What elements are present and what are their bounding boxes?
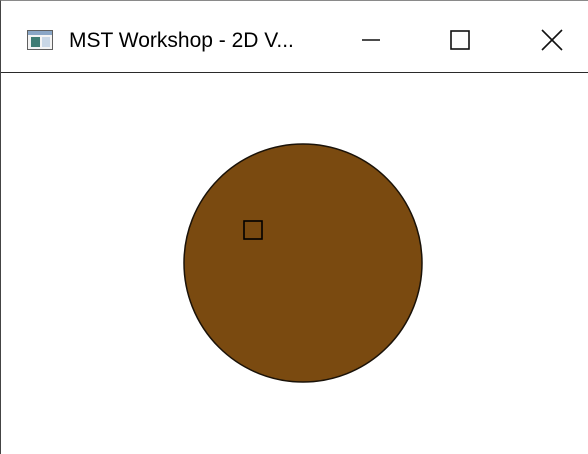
app-icon[interactable]	[27, 30, 53, 50]
canvas-area[interactable]	[1, 73, 588, 454]
app-window: MST Workshop - 2D V...	[0, 0, 588, 454]
window-title: MST Workshop - 2D V...	[69, 29, 294, 52]
maximize-icon	[450, 30, 470, 50]
title-bar[interactable]: MST Workshop - 2D V...	[1, 1, 588, 73]
close-icon	[541, 29, 563, 51]
minimize-button[interactable]	[341, 17, 401, 63]
brown-circle[interactable]	[183, 143, 423, 383]
canvas-svg[interactable]	[1, 73, 588, 454]
close-button[interactable]	[522, 17, 582, 63]
minimize-icon	[362, 39, 380, 41]
maximize-button[interactable]	[430, 17, 490, 63]
